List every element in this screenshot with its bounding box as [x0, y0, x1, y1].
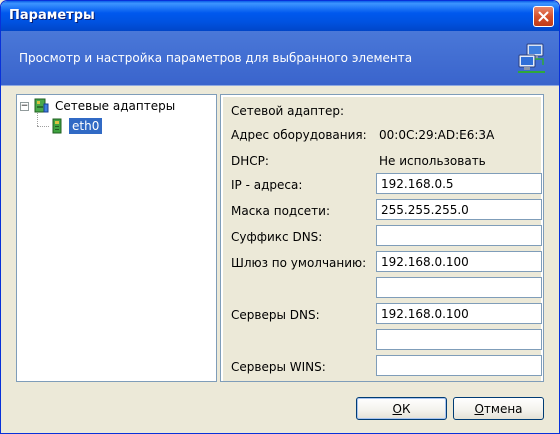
tree-item-label: Сетевые адаптеры — [55, 99, 176, 113]
close-button[interactable] — [533, 6, 554, 27]
adapter-tree[interactable]: − Сетевые адаптеры eth0 — [16, 94, 217, 382]
wins-servers-field[interactable] — [376, 355, 542, 376]
wins-servers-label: Серверы WINS: — [231, 360, 326, 374]
network-card-icon — [52, 118, 62, 134]
hw-address-label: Адрес оборудования: — [231, 128, 367, 142]
ok-button[interactable]: ОК — [356, 397, 447, 420]
properties-grid: Сетевой адаптер: Адрес оборудования: 00:… — [223, 97, 542, 381]
subnet-mask-field[interactable]: 255.255.255.0 — [376, 199, 542, 220]
tree-connector — [37, 126, 49, 127]
network-adapters-icon — [34, 98, 49, 113]
dialog-window: Параметры Просмотр и настройка параметро… — [0, 0, 560, 434]
cancel-label: тмена — [483, 401, 523, 416]
default-gateway-field-2[interactable] — [376, 277, 542, 298]
default-gateway-label: Шлюз по умолчанию: — [231, 256, 367, 270]
close-icon — [538, 11, 549, 22]
tree-item-network-adapters[interactable]: − Сетевые адаптеры — [20, 97, 175, 115]
header-description: Просмотр и настройка параметров для выбр… — [19, 51, 413, 65]
dns-servers-field[interactable]: 192.168.0.100 — [376, 303, 542, 324]
network-computers-icon — [518, 43, 545, 73]
collapse-toggle[interactable]: − — [20, 101, 29, 111]
ok-label: К — [401, 401, 411, 416]
tree-item-eth0[interactable]: eth0 — [50, 117, 103, 135]
dns-servers-label: Серверы DNS: — [231, 308, 320, 322]
subnet-mask-label: Маска подсети: — [231, 204, 331, 218]
window-title: Параметры — [9, 8, 95, 23]
adapter-label: Сетевой адаптер: — [231, 104, 345, 118]
cancel-button[interactable]: Отмена — [453, 397, 544, 420]
dns-suffix-field[interactable] — [376, 225, 542, 246]
properties-panel[interactable]: Сетевой адаптер: Адрес оборудования: 00:… — [220, 94, 544, 382]
dns-suffix-label: Суффикс DNS: — [231, 230, 323, 244]
tree-item-label-selected: eth0 — [69, 118, 103, 134]
dhcp-label: DHCP: — [231, 154, 269, 168]
dhcp-value: Не использовать — [379, 154, 486, 168]
ok-mnemonic: О — [392, 401, 402, 416]
title-bar[interactable]: Параметры — [1, 1, 559, 31]
ip-address-label: IP - адреса: — [231, 178, 303, 192]
hw-address-value: 00:0C:29:AD:E6:3A — [379, 128, 495, 142]
ip-address-field[interactable]: 192.168.0.5 — [376, 173, 542, 194]
default-gateway-field[interactable]: 192.168.0.100 — [376, 251, 542, 272]
dns-servers-field-2[interactable] — [376, 329, 542, 350]
cancel-mnemonic: О — [474, 401, 484, 416]
header-band: Просмотр и настройка параметров для выбр… — [1, 31, 559, 86]
